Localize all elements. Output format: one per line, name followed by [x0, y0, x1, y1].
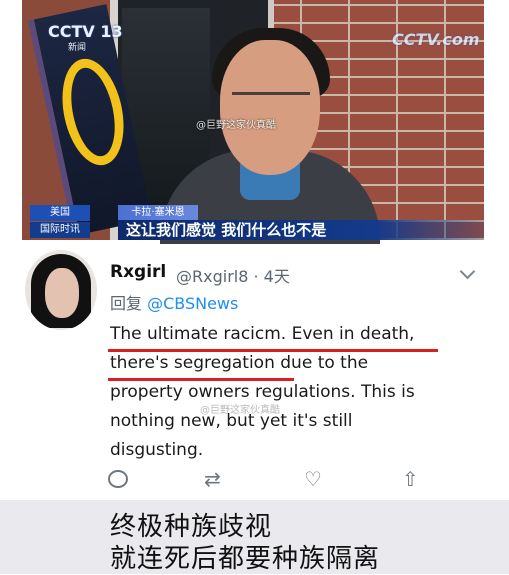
tweet-body-line: The ultimate racicm. Even in death,	[110, 324, 415, 344]
tweet-body-line: property owners regulations. This is	[110, 382, 415, 402]
avatar-face	[45, 268, 79, 318]
weibo-watermark: @巨野这家伙真酷	[196, 120, 276, 131]
like-icon[interactable]: ♡	[304, 468, 326, 490]
tweet-body-line: nothing new, but yet it's still	[110, 411, 353, 431]
caption-panel: 终极种族歧视 就连死后都要种族隔离	[0, 500, 509, 574]
video-subtitle: 这让我们感觉 我们什么也不是	[118, 220, 484, 240]
tweet-display-name[interactable]: Rxgirl	[110, 262, 166, 282]
cctv-com-logo: CCTV.com	[392, 30, 480, 49]
red-underline	[108, 349, 438, 352]
reply-prefix: 回复	[110, 294, 148, 313]
cctv13-logo-sub: 新闻	[68, 43, 87, 53]
tweet-body: The ultimate racicm. Even in death, ther…	[110, 320, 470, 465]
share-icon[interactable]: ⇧	[402, 468, 424, 490]
cctv13-logo: CCTV 13	[48, 22, 123, 41]
tweet-watermark: @巨野这家伙真酷	[200, 405, 280, 416]
speaker-name-tag: 卡拉·塞米恩	[118, 205, 198, 220]
red-underline	[108, 378, 294, 381]
caption-line-2: 就连死后都要种族隔离	[110, 544, 381, 574]
tweet-handle-time: @Rxgirl8 · 4天	[176, 267, 290, 286]
reply-to-link[interactable]: @CBSNews	[147, 294, 238, 313]
reply-icon[interactable]	[108, 470, 128, 488]
reply-to-line: 回复 @CBSNews	[110, 290, 238, 314]
tweet-body-line: disgusting.	[110, 440, 204, 460]
tag-country: 美国	[30, 205, 90, 221]
avatar[interactable]	[25, 250, 97, 330]
tag-program: 国际时讯	[30, 222, 90, 238]
tweet-body-line: there's segregation due to the	[110, 353, 369, 373]
person-glasses	[232, 92, 310, 115]
retweet-icon[interactable]: ⇄	[204, 468, 226, 490]
